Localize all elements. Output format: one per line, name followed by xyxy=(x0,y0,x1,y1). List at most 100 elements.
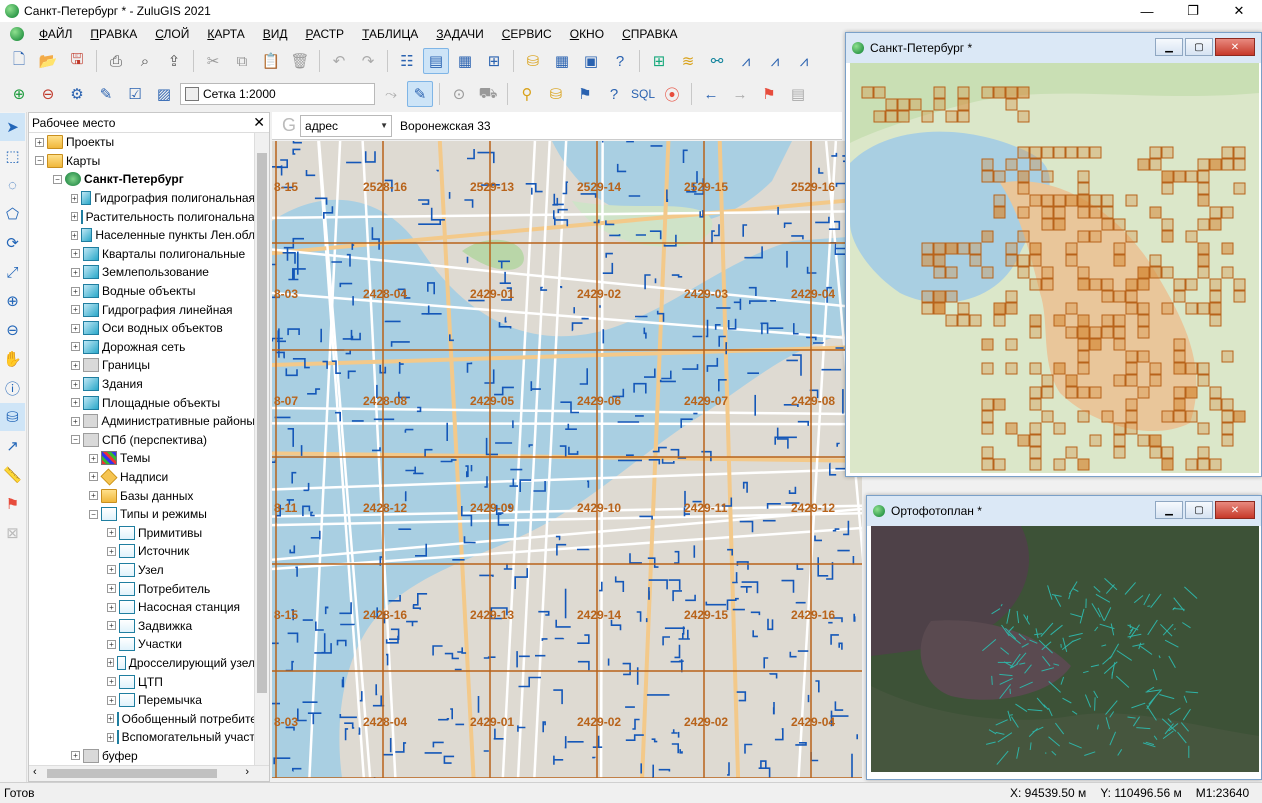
add-window-icon[interactable]: ⊞ xyxy=(481,48,507,74)
redo-icon[interactable]: ↷ xyxy=(355,48,381,74)
tree-node[interactable]: + Перемычка xyxy=(29,691,255,710)
tree-node[interactable]: + Узел xyxy=(29,561,255,580)
expand-icon[interactable]: + xyxy=(89,472,98,482)
zoom-out-icon[interactable]: ⊖ xyxy=(0,316,25,344)
cut-icon[interactable]: ✂ xyxy=(200,48,226,74)
identify-icon[interactable]: ⛁ xyxy=(0,403,25,431)
menu-file[interactable]: ФАЙЛ xyxy=(30,27,81,41)
copy-icon[interactable]: ⧉ xyxy=(229,48,255,74)
properties-icon[interactable]: ▦ xyxy=(452,48,478,74)
ortho-titlebar[interactable]: Ортофотоплан * ▁ ▢ ✕ xyxy=(867,496,1261,526)
select-circle-icon[interactable]: ◌ xyxy=(0,171,25,199)
workspace-close-icon[interactable]: ✕ xyxy=(253,114,265,131)
tree-node[interactable]: + Кварталы полигональные xyxy=(29,245,255,264)
expand-icon[interactable]: + xyxy=(71,286,80,296)
main-map-canvas[interactable]: 8-15 2528-16 2529-13 2529-14 2529-15 2529-16 8… xyxy=(272,141,862,778)
expand-icon[interactable]: + xyxy=(107,695,116,705)
tree-node[interactable]: + Обобщенный потребитель xyxy=(29,709,255,728)
expand-icon[interactable]: + xyxy=(107,714,114,724)
save-icon[interactable]: 🖫 xyxy=(64,48,90,74)
search-mode-select[interactable]: адрес ▼ xyxy=(300,114,393,137)
menu-service[interactable]: СЕРВИС xyxy=(493,27,561,41)
expand-icon[interactable]: + xyxy=(71,193,78,203)
zoom-in-icon[interactable]: ⊕ xyxy=(0,287,25,315)
expand-icon[interactable]: + xyxy=(107,677,116,687)
layer-list-icon[interactable]: ☷ xyxy=(394,48,420,74)
expand-icon[interactable]: + xyxy=(71,379,80,389)
expand-icon[interactable]: + xyxy=(89,491,98,501)
close-button[interactable]: ✕ xyxy=(1216,0,1262,22)
menu-table[interactable]: ТАБЛИЦА xyxy=(353,27,427,41)
restore-button[interactable]: ❐ xyxy=(1170,0,1216,22)
chart-d-icon[interactable]: ⩘ xyxy=(733,48,759,74)
tree-node[interactable]: − Типы и режимы xyxy=(29,505,255,524)
tree-node[interactable]: + Административные районы xyxy=(29,412,255,431)
graph-icon[interactable]: ⚯ xyxy=(704,48,730,74)
expand-icon[interactable]: + xyxy=(71,305,80,315)
bookmark-list-icon[interactable]: ▤ xyxy=(785,81,811,107)
tree-node[interactable]: + Примитивы xyxy=(29,523,255,542)
expand-icon[interactable]: + xyxy=(71,212,78,222)
overview-close-button[interactable]: ✕ xyxy=(1215,38,1255,56)
table-icon[interactable]: ▦ xyxy=(549,48,575,74)
tree-node[interactable]: + Границы xyxy=(29,356,255,375)
select-poly-icon[interactable]: ⬠ xyxy=(0,200,25,228)
tree-node[interactable]: + Темы xyxy=(29,449,255,468)
ortho-map-canvas[interactable] xyxy=(871,526,1259,772)
menu-window[interactable]: ОКНО xyxy=(561,27,613,41)
expand-icon[interactable]: + xyxy=(107,584,116,594)
undo-icon[interactable]: ↶ xyxy=(326,48,352,74)
tree-node[interactable]: + Растительность полигональная xyxy=(29,207,255,226)
zoom-extent-icon[interactable]: ⤢ xyxy=(0,258,25,286)
expand-icon[interactable]: + xyxy=(71,398,80,408)
expand-icon[interactable]: + xyxy=(71,249,80,259)
ortho-minimize-button[interactable]: ▁ xyxy=(1155,501,1183,519)
paste-icon[interactable]: 📋 xyxy=(258,48,284,74)
grid-combo[interactable]: Сетка 1:2000 xyxy=(180,83,375,105)
tree-vertical-scrollbar[interactable] xyxy=(254,133,269,765)
delete-icon[interactable]: 🗑 xyxy=(287,48,313,74)
disabled-tool-icon[interactable]: ⊠ xyxy=(0,519,25,547)
expand-icon[interactable]: + xyxy=(107,621,116,631)
expand-icon[interactable]: + xyxy=(71,416,80,426)
pen-icon[interactable]: ✎ xyxy=(407,81,433,107)
expand-icon[interactable]: + xyxy=(107,528,116,538)
expand-icon[interactable]: + xyxy=(107,565,116,575)
expand-icon[interactable]: + xyxy=(107,732,114,742)
minimize-button[interactable]: — xyxy=(1124,0,1170,22)
menu-help[interactable]: СПРАВКА xyxy=(613,27,687,41)
expand-icon[interactable]: + xyxy=(71,360,80,370)
refresh-icon[interactable]: ⟳ xyxy=(0,229,25,257)
scroll-right-icon[interactable]: › xyxy=(245,766,249,778)
tree-node[interactable]: + Оси водных объектов xyxy=(29,319,255,338)
node-icon[interactable]: ⊙ xyxy=(446,81,472,107)
layer-edit-icon[interactable]: ✎ xyxy=(93,81,119,107)
expand-icon[interactable]: + xyxy=(71,230,78,240)
menu-raster[interactable]: РАСТР xyxy=(297,27,354,41)
menu-view[interactable]: ВИД xyxy=(254,27,297,41)
collapse-icon[interactable]: − xyxy=(89,509,98,519)
ruler-icon[interactable]: 📏 xyxy=(0,461,25,489)
vehicle-icon[interactable]: ⛟ xyxy=(475,81,501,107)
tree-node[interactable]: + Гидрография линейная xyxy=(29,300,255,319)
forward-icon[interactable]: → xyxy=(727,81,753,107)
bookmark-icon[interactable]: ⚑ xyxy=(756,81,782,107)
tree-node[interactable]: − Карты xyxy=(29,152,255,171)
menu-layer[interactable]: СЛОЙ xyxy=(146,27,198,41)
query-help-icon[interactable]: ? xyxy=(601,81,627,107)
find-icon[interactable]: ⚲ xyxy=(514,81,540,107)
tree-node[interactable]: − СПб (перспектива) xyxy=(29,431,255,450)
info-icon[interactable]: ⓘ xyxy=(0,374,25,402)
tree-node[interactable]: + Потребитель xyxy=(29,579,255,598)
tree-node[interactable]: + Надписи xyxy=(29,468,255,487)
tree-node[interactable]: + Гидрография полигональная xyxy=(29,189,255,208)
scroll-thumb[interactable] xyxy=(257,153,267,693)
scroll-thumb[interactable] xyxy=(47,769,217,778)
tree-node[interactable]: + Здания xyxy=(29,375,255,394)
tree-horizontal-scrollbar[interactable]: ‹ › xyxy=(29,765,269,781)
tree-node[interactable]: + буфер xyxy=(29,747,255,765)
layer-grid-icon[interactable]: ▨ xyxy=(151,81,177,107)
tree-node[interactable]: + Базы данных xyxy=(29,486,255,505)
expand-icon[interactable]: + xyxy=(71,323,80,333)
print-preview-icon[interactable]: ⌕ xyxy=(132,48,158,74)
